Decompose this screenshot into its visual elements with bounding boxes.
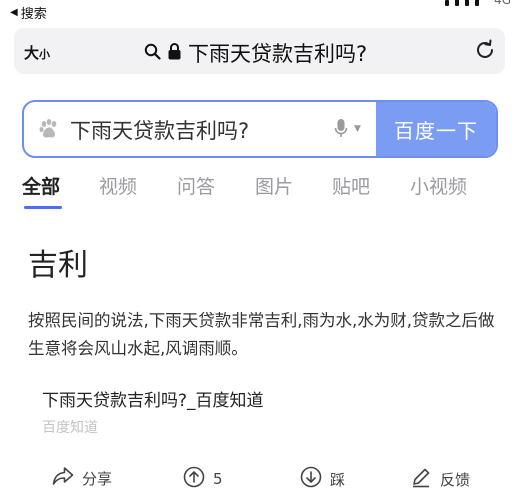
lock-icon (168, 42, 181, 64)
reload-icon[interactable] (473, 38, 497, 66)
status-bar: ◀ 搜索 4G (0, 0, 519, 24)
arrow-down-circle-icon (300, 466, 322, 492)
answer-title: 吉利 (28, 248, 88, 283)
chevron-down-icon[interactable]: ▼ (354, 124, 361, 134)
source-link[interactable]: 下雨天贷款吉利吗?_百度知道 (42, 386, 264, 411)
pencil-icon (410, 466, 432, 492)
back-triangle-icon: ◀ (10, 7, 18, 18)
share-icon (52, 466, 74, 490)
address-bar[interactable]: 大小 下雨天贷款吉利吗? (14, 28, 505, 74)
share-label: 分享 (82, 469, 113, 488)
microphone-icon[interactable] (334, 118, 348, 144)
url-text[interactable]: 下雨天贷款吉利吗? (188, 38, 367, 68)
feedback-label: 反馈 (440, 470, 471, 489)
search-tabs: 全部 视频 问答 图片 贴吧 小视频 (0, 172, 519, 210)
tab-video[interactable]: 视频 (99, 172, 137, 199)
arrow-up-circle-icon (183, 466, 205, 492)
downvote-label: 踩 (330, 470, 346, 489)
tab-qa[interactable]: 问答 (177, 172, 215, 199)
back-to-search[interactable]: ◀ 搜索 (10, 3, 47, 22)
upvote-button[interactable]: 5 (183, 466, 223, 492)
share-button[interactable]: 分享 (52, 466, 112, 490)
tab-tieba[interactable]: 贴吧 (332, 172, 370, 199)
tab-images[interactable]: 图片 (255, 172, 293, 199)
source-name: 百度知道 (42, 420, 98, 436)
active-tab-indicator (24, 206, 62, 209)
baidu-paw-icon (38, 118, 60, 144)
tab-all[interactable]: 全部 (22, 172, 60, 199)
tab-short-video[interactable]: 小视频 (410, 172, 467, 199)
signal-icon (445, 0, 479, 6)
upvote-count: 5 (213, 470, 223, 488)
downvote-button[interactable]: 踩 (300, 466, 345, 492)
search-box: 下雨天贷款吉利吗? ▼ 百度一下 (22, 100, 498, 158)
search-button[interactable]: 百度一下 (376, 102, 496, 156)
search-icon (144, 43, 161, 64)
search-input[interactable]: 下雨天贷款吉利吗? (70, 115, 249, 145)
feedback-button[interactable]: 反馈 (410, 466, 470, 492)
text-size-button[interactable]: 大小 (24, 42, 50, 63)
network-indicator: 4G (494, 0, 511, 7)
answer-text: 按照民间的说法,下雨天贷款非常吉利,雨为水,水为财,贷款之后做生意将会风山水起,… (28, 311, 495, 358)
action-bar: 分享 5 踩 反馈 (0, 466, 519, 496)
back-label: 搜索 (20, 7, 47, 22)
